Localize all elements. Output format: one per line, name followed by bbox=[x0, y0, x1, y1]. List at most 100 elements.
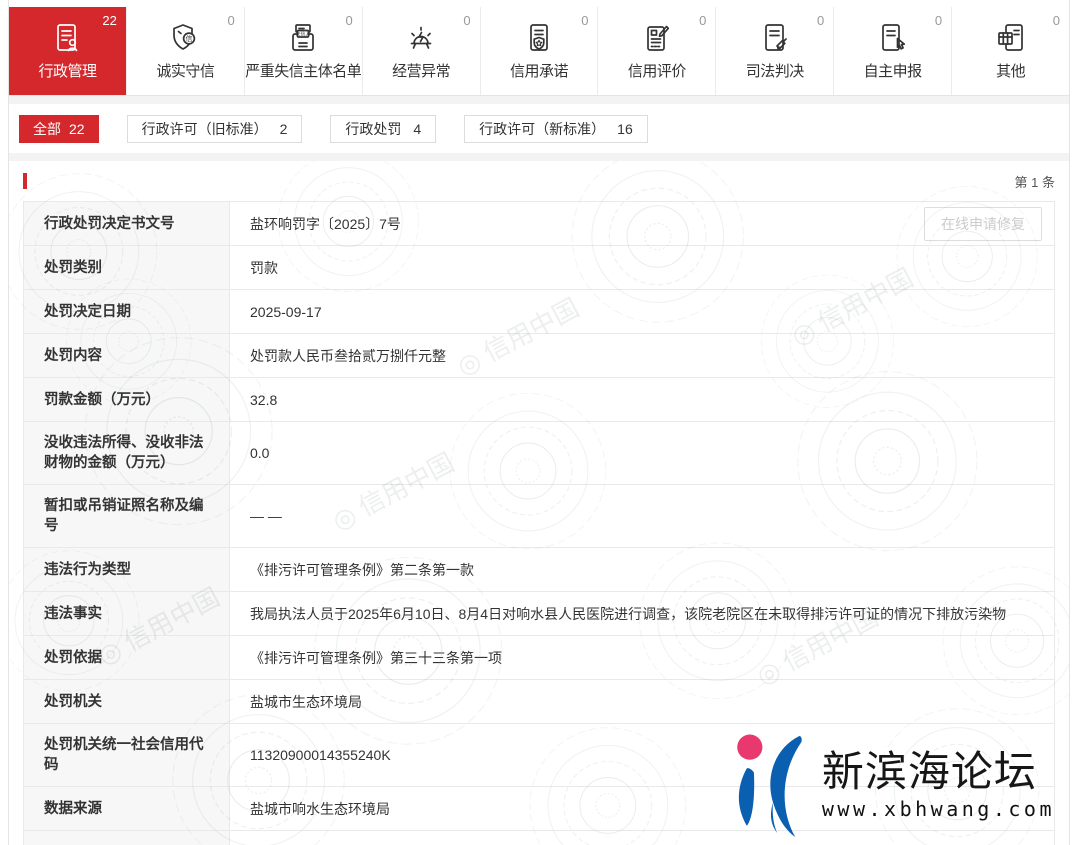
table-row: 罚款金额（万元） 32.8 bbox=[24, 378, 1054, 422]
content-panel: 第 1 条 行政处罚决定书文号盐环响罚字〔2025〕7号在线申请修复处罚类别罚款… bbox=[9, 161, 1069, 845]
field-value: — — bbox=[250, 506, 282, 526]
filter-all[interactable]: 全部 22 bbox=[19, 115, 99, 143]
field-label: 罚款金额（万元） bbox=[24, 378, 230, 421]
tab-label: 诚实守信 bbox=[156, 60, 214, 81]
tab-label: 其他 bbox=[996, 60, 1025, 81]
tab-judicial-judgment[interactable]: 0 司法判决 bbox=[716, 7, 834, 95]
field-value: 盐城市生态环境局 bbox=[250, 692, 362, 712]
tab-count: 0 bbox=[228, 13, 235, 28]
tab-credit-commitment[interactable]: 0 信用承诺 bbox=[481, 7, 599, 95]
tab-count: 0 bbox=[817, 13, 824, 28]
tab-honesty-trustworthy[interactable]: 0 信诚实守信 bbox=[127, 7, 245, 95]
field-value: 盐环响罚字〔2025〕7号 bbox=[250, 214, 401, 234]
field-value: 0.0 bbox=[250, 443, 269, 463]
doc-stamp-icon bbox=[49, 21, 85, 57]
tab-label: 信用评价 bbox=[628, 60, 686, 81]
alarm-icon bbox=[403, 21, 439, 57]
field-value: 我局执法人员于2025年6月10日、8月4日对响水县人民医院进行调查，该院老院区… bbox=[250, 604, 1006, 624]
field-value: 罚款 bbox=[250, 258, 278, 278]
field-value: 《排污许可管理条例》第三十三条第一项 bbox=[250, 648, 502, 668]
table-row: 处罚机关盐城市生态环境局 bbox=[24, 680, 1054, 724]
tab-count: 0 bbox=[581, 13, 588, 28]
tab-label: 严重失信主体名单 bbox=[245, 60, 361, 81]
category-tab-bar: 22行政管理0信诚实守信0失信人严重失信主体名单0经营异常0信用承诺0信用评价0… bbox=[9, 7, 1069, 96]
record-header: 第 1 条 bbox=[9, 161, 1069, 201]
filter-label: 行政许可（旧标准） bbox=[142, 119, 268, 139]
table-row: 处罚依据《排污许可管理条例》第三十三条第一项 bbox=[24, 636, 1054, 680]
tab-label: 经营异常 bbox=[392, 60, 450, 81]
field-label: 行政处罚决定书文号 bbox=[24, 202, 230, 245]
doc-pencil-icon bbox=[639, 21, 675, 57]
field-label: 处罚内容 bbox=[24, 334, 230, 377]
tab-administrative-management[interactable]: 22行政管理 bbox=[9, 7, 127, 95]
filter-admin-penalty[interactable]: 行政处罚 4 bbox=[330, 115, 436, 143]
filter-admin-license-new[interactable]: 行政许可（新标准） 16 bbox=[464, 115, 648, 143]
table-row: 违法行为类型《排污许可管理条例》第二条第一款 bbox=[24, 548, 1054, 592]
field-label: 暂扣或吊销证照名称及编号 bbox=[24, 485, 230, 547]
filter-count: 2 bbox=[280, 121, 288, 137]
filter-label: 行政处罚 bbox=[345, 119, 401, 139]
online-repair-button[interactable]: 在线申请修复 bbox=[924, 207, 1042, 241]
table-row: 违法事实我局执法人员于2025年6月10日、8月4日对响水县人民医院进行调查，该… bbox=[24, 592, 1054, 636]
field-label: 处罚机关统一社会信用代码 bbox=[24, 724, 230, 786]
field-label: 处罚类别 bbox=[24, 246, 230, 289]
doc-grid-icon bbox=[993, 21, 1029, 57]
field-label: 违法事实 bbox=[24, 592, 230, 635]
tab-count: 0 bbox=[699, 13, 706, 28]
tab-label: 信用承诺 bbox=[510, 60, 568, 81]
field-label: 处罚决定日期 bbox=[24, 290, 230, 333]
tab-label: 司法判决 bbox=[746, 60, 804, 81]
svg-text:信: 信 bbox=[186, 34, 193, 43]
filter-count: 4 bbox=[413, 121, 421, 137]
filter-label: 行政许可（新标准） bbox=[479, 119, 605, 139]
section-marker bbox=[23, 173, 27, 189]
field-value: 11320900014355240K bbox=[250, 745, 391, 765]
shield-badge-icon: 信 bbox=[167, 21, 203, 57]
field-value: 2025-09-17 bbox=[250, 302, 322, 322]
tab-count: 0 bbox=[1053, 13, 1060, 28]
field-value: 《排污许可管理条例》第二条第一款 bbox=[250, 560, 474, 580]
filter-admin-license-old[interactable]: 行政许可（旧标准） 2 bbox=[127, 115, 303, 143]
tab-count: 0 bbox=[345, 13, 352, 28]
doc-seal-icon bbox=[757, 21, 793, 57]
separator-band bbox=[9, 153, 1069, 161]
tab-dishonest-entity-list[interactable]: 0 失信人严重失信主体名单 bbox=[245, 7, 363, 95]
tab-self-declaration[interactable]: 0 自主申报 bbox=[834, 7, 952, 95]
tab-other[interactable]: 0 其他 bbox=[952, 7, 1069, 95]
tab-abnormal-operation[interactable]: 0 经营异常 bbox=[363, 7, 481, 95]
field-value: 处罚款人民币叁拾贰万捌仟元整 bbox=[250, 346, 446, 366]
field-label: 违法行为类型 bbox=[24, 548, 230, 591]
filter-bar: 全部 22 行政许可（旧标准） 2 行政处罚 4 行政许可（新标准） 16 bbox=[9, 104, 1069, 153]
filter-count: 16 bbox=[617, 121, 633, 137]
table-row: 暂扣或吊销证照名称及编号 — — bbox=[24, 485, 1054, 548]
field-label: 没收违法所得、没收非法财物的金额（万元） bbox=[24, 422, 230, 484]
table-row: 处罚内容处罚款人民币叁拾贰万捌仟元整 bbox=[24, 334, 1054, 378]
doc-hand-icon bbox=[875, 21, 911, 57]
separator-band bbox=[9, 96, 1069, 104]
record-index: 第 1 条 bbox=[1015, 172, 1055, 191]
field-label: 数据来源 bbox=[24, 787, 230, 830]
field-value: 32.8 bbox=[250, 390, 277, 410]
tab-count: 0 bbox=[935, 13, 942, 28]
field-label: 处罚机关 bbox=[24, 680, 230, 723]
logo-title: 新滨海论坛 bbox=[822, 749, 1055, 795]
dishonest-box-icon: 失信人 bbox=[285, 21, 321, 57]
logo-text-block: 新滨海论坛 www.xbhwang.com bbox=[822, 749, 1055, 821]
tab-count: 0 bbox=[463, 13, 470, 28]
table-row: 处罚决定日期 2025-09-17 bbox=[24, 290, 1054, 334]
svg-text:失信人: 失信人 bbox=[296, 30, 311, 37]
logo-url: www.xbhwang.com bbox=[822, 797, 1055, 821]
doc-star-icon bbox=[521, 21, 557, 57]
tab-credit-evaluation[interactable]: 0 信用评价 bbox=[598, 7, 716, 95]
page: 22行政管理0信诚实守信0失信人严重失信主体名单0经营异常0信用承诺0信用评价0… bbox=[8, 0, 1070, 845]
tab-count: 22 bbox=[102, 13, 116, 28]
field-label bbox=[24, 831, 230, 845]
site-logo: 新滨海论坛 www.xbhwang.com bbox=[722, 732, 1055, 838]
table-row: 没收违法所得、没收非法财物的金额（万元） 0.0 bbox=[24, 422, 1054, 485]
filter-count: 22 bbox=[69, 121, 85, 137]
table-row: 行政处罚决定书文号盐环响罚字〔2025〕7号 在线申请修复 bbox=[24, 202, 1054, 246]
field-value: 盐城市响水生态环境局 bbox=[250, 799, 390, 819]
tab-label: 自主申报 bbox=[864, 60, 922, 81]
filter-label: 全部 bbox=[33, 119, 61, 139]
field-label: 处罚依据 bbox=[24, 636, 230, 679]
